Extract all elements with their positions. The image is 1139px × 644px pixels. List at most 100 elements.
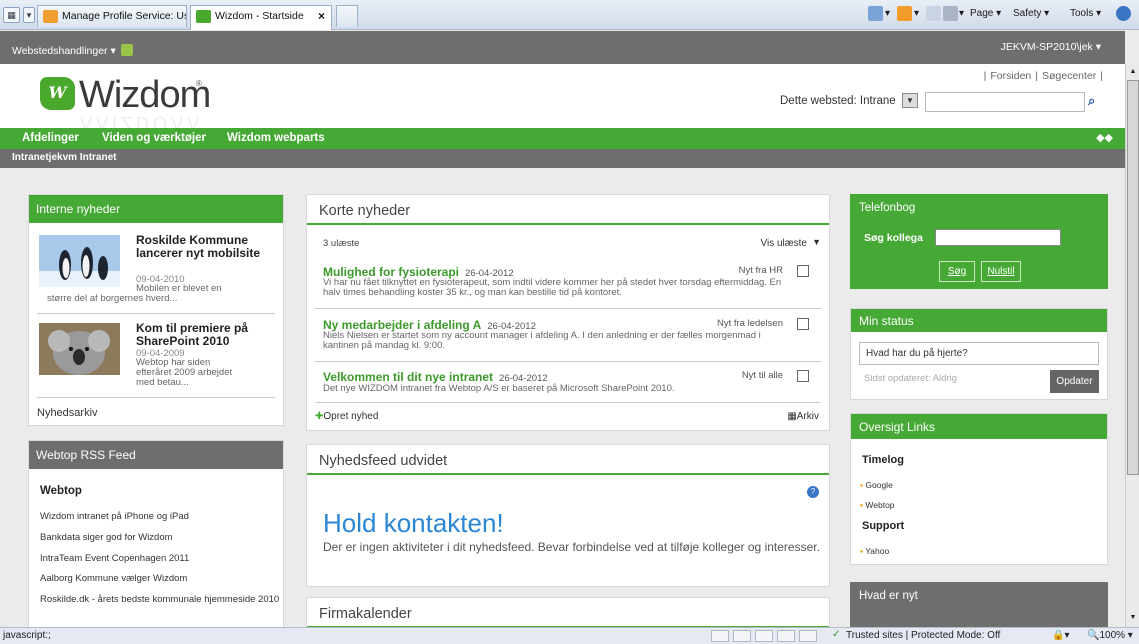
close-tab-icon[interactable]: × xyxy=(318,9,325,23)
rss-link[interactable]: Aalborg Kommune vælger Wizdom xyxy=(40,573,187,584)
chevron-down-icon[interactable]: ▼ xyxy=(902,93,918,108)
status-input[interactable]: Hvad har du på hjerte? xyxy=(859,342,1099,365)
page-scrollbar[interactable]: ▲ ▼ xyxy=(1125,64,1139,627)
quick-tabs-icon[interactable]: ▦ xyxy=(3,7,20,23)
top-navigation: Afdelinger Viden og værktøjer Wizdom web… xyxy=(0,128,1125,149)
penguins-image[interactable] xyxy=(39,235,120,287)
sharepoint-favicon-icon xyxy=(43,10,58,23)
page-menu[interactable]: Page ▾ xyxy=(970,8,1001,19)
divider xyxy=(37,397,275,398)
new-tab-button[interactable] xyxy=(336,5,358,27)
rss-link[interactable]: Wizdom intranet på iPhone og iPad xyxy=(40,511,189,522)
wizdom-logo-mark-icon[interactable]: W xyxy=(40,77,75,110)
webpart-title: Interne nyheder xyxy=(29,195,283,223)
browser-tab-bar: ▦ ▾ Manage Profile Service: User... Wizd… xyxy=(0,0,1139,30)
security-zone[interactable]: Trusted sites | Protected Mode: Off xyxy=(846,630,1000,641)
link-item[interactable]: ▪ Google xyxy=(860,480,893,490)
short-news-item[interactable]: Velkommen til dit nye intranet 26-04-2012 xyxy=(323,370,548,384)
mark-read-checkbox[interactable] xyxy=(797,265,809,277)
status-segment xyxy=(755,630,773,642)
protected-mode-icon[interactable]: 🔒▾ xyxy=(1052,630,1069,641)
tab-list-dropdown[interactable]: ▾ xyxy=(23,7,35,23)
divider xyxy=(315,361,821,362)
site-actions-menu[interactable]: Webstedshandlinger ▾ xyxy=(12,45,116,57)
status-text: javascript:; xyxy=(3,630,51,641)
navigate-up-icon[interactable] xyxy=(121,44,133,56)
webpart-title: Telefonbog xyxy=(859,202,916,214)
divider xyxy=(315,402,821,403)
news-excerpt: større del af borgernes hverd... xyxy=(47,293,178,304)
news-title[interactable]: Velkommen til dit nye intranet xyxy=(323,370,493,384)
user-menu[interactable]: JEKVM-SP2010\jek ▾ xyxy=(1001,41,1101,53)
link-item[interactable]: ▪ Yahoo xyxy=(860,546,889,556)
bullet-icon: ▪ xyxy=(860,500,864,510)
rss-link[interactable]: IntraTeam Event Copenhagen 2011 xyxy=(40,553,189,564)
unread-count: 3 ulæste xyxy=(323,238,360,249)
status-segment xyxy=(733,630,751,642)
link-group-title: Timelog xyxy=(862,454,904,466)
print-icon[interactable] xyxy=(943,6,958,21)
news-category: Nyt fra HR xyxy=(738,265,783,276)
news-title[interactable]: Kom til premiere på SharePoint 2010 xyxy=(136,322,261,348)
webpart-title: Firmakalender xyxy=(307,598,829,627)
hvad-er-nyt-webpart: Hvad er nyt xyxy=(850,582,1108,627)
telefonbog-webpart: Telefonbog Søg kollega Søg Nulstil xyxy=(850,194,1108,289)
create-news-button[interactable]: ✚Opret nyhed xyxy=(315,411,378,422)
colleague-search-input[interactable] xyxy=(935,229,1061,246)
mark-read-checkbox[interactable] xyxy=(797,370,809,382)
mark-read-checkbox[interactable] xyxy=(797,318,809,330)
news-archive-link[interactable]: Nyhedsarkiv xyxy=(37,407,98,419)
rss-link[interactable]: Bankdata siger god for Wizdom xyxy=(40,532,173,543)
link-forsiden[interactable]: Forsiden xyxy=(990,70,1031,82)
read-mail-icon[interactable] xyxy=(926,6,941,21)
link-item[interactable]: ▪ Webtop xyxy=(860,500,895,510)
feeds-icon[interactable] xyxy=(897,6,912,21)
help-icon[interactable]: ? xyxy=(807,486,819,498)
rss-feed-webpart: Webtop RSS Feed Webtop Wizdom intranet p… xyxy=(28,440,284,627)
tools-menu[interactable]: Tools ▾ xyxy=(1070,8,1101,19)
site-logo[interactable]: Wizdom xyxy=(79,74,211,117)
update-button[interactable]: Opdater xyxy=(1050,370,1099,393)
news-body: Niels Nielsen er startet som ny account … xyxy=(323,330,761,351)
status-segment xyxy=(711,630,729,642)
korte-nyheder-webpart: Korte nyheder 3 ulæste Vis ulæste ▼ Muli… xyxy=(306,194,830,431)
safety-menu[interactable]: Safety ▾ xyxy=(1013,8,1049,19)
news-title[interactable]: Roskilde Kommune lancerer nyt mobilsite xyxy=(136,234,261,260)
koala-image[interactable] xyxy=(39,323,120,375)
home-dropdown[interactable]: ▾ xyxy=(885,8,890,19)
link-soegecenter[interactable]: Søgecenter xyxy=(1042,70,1096,82)
breadcrumb-site[interactable]: Intranetjekvm Intranet xyxy=(12,152,116,163)
oversigt-links-webpart: Oversigt Links Timelog ▪ Google ▪ Webtop… xyxy=(850,413,1108,565)
nav-item-webparts[interactable]: Wizdom webparts xyxy=(227,132,325,144)
show-unread-filter[interactable]: Vis ulæste xyxy=(760,238,807,249)
nyhedsfeed-webpart: Nyhedsfeed udvidet ? Hold kontakten! Der… xyxy=(306,444,830,587)
search-scope-select[interactable]: Dette websted: Intrane xyxy=(780,95,896,107)
feed-heading: Hold kontakten! xyxy=(323,508,504,538)
bullet-icon: ▪ xyxy=(860,480,864,490)
search-input[interactable] xyxy=(925,92,1085,112)
scroll-down-arrow-icon[interactable]: ▼ xyxy=(1127,612,1139,624)
webpart-title: Oversigt Links xyxy=(851,414,1107,439)
print-dropdown[interactable]: ▾ xyxy=(959,8,964,19)
search-icon[interactable]: ⌕ xyxy=(1088,93,1104,109)
archive-button[interactable]: ▦Arkiv xyxy=(787,411,819,422)
browser-tab-manage-profile[interactable]: Manage Profile Service: User... xyxy=(37,5,187,27)
chevron-down-icon[interactable]: ▼ xyxy=(812,237,821,247)
news-excerpt: med betau... xyxy=(136,377,189,388)
divider xyxy=(315,308,821,309)
search-label: Søg kollega xyxy=(864,232,923,244)
tags-notes-icon[interactable]: ◆◆ xyxy=(1096,131,1113,144)
feeds-dropdown[interactable]: ▾ xyxy=(914,8,919,19)
help-icon[interactable] xyxy=(1116,6,1131,21)
reset-button[interactable]: Nulstil xyxy=(981,261,1021,282)
zoom-level[interactable]: 🔍100% ▾ xyxy=(1087,630,1133,641)
rss-link[interactable]: Roskilde.dk - årets bedste kommunale hje… xyxy=(40,594,279,605)
scrollbar-thumb[interactable] xyxy=(1127,80,1139,475)
webpart-title: Hvad er nyt xyxy=(859,590,918,602)
nav-item-viden[interactable]: Viden og værktøjer xyxy=(102,132,206,144)
home-icon[interactable] xyxy=(868,6,883,21)
scroll-up-arrow-icon[interactable]: ▲ xyxy=(1127,66,1139,78)
nav-item-afdelinger[interactable]: Afdelinger xyxy=(22,132,79,144)
browser-tab-wizdom[interactable]: Wizdom - Startside × xyxy=(190,5,332,30)
search-button[interactable]: Søg xyxy=(939,261,975,282)
